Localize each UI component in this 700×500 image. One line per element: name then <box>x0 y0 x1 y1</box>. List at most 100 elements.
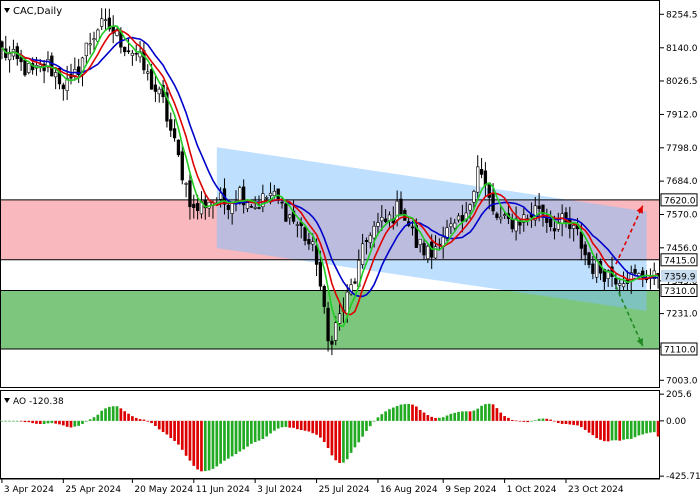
candle-body <box>460 215 465 222</box>
ao-bar <box>549 419 552 421</box>
candle-body <box>257 207 261 209</box>
ao-bar <box>438 417 441 421</box>
candle-body <box>491 192 495 212</box>
candle-body <box>318 261 323 287</box>
ao-bar <box>629 420 633 439</box>
time-tick-label: 25 Jul 2024 <box>319 485 370 495</box>
ao-bar <box>441 417 445 421</box>
ao-bar <box>507 417 510 421</box>
candle-body <box>334 322 338 341</box>
ao-bar <box>376 417 380 421</box>
ao-bar <box>652 420 656 433</box>
price-tick-label: 8140.0 <box>666 44 698 54</box>
candle-body <box>157 88 161 95</box>
ao-bar <box>391 407 395 421</box>
ao-bar <box>134 417 138 421</box>
candle-body <box>476 166 480 193</box>
ao-bar <box>23 420 27 423</box>
ao-bar <box>73 420 77 427</box>
level-label: 7359.9 <box>664 272 696 282</box>
candle-body <box>84 42 88 57</box>
candle-body <box>249 206 253 208</box>
ao-bar <box>207 420 211 471</box>
candle-body <box>537 205 541 209</box>
ao-bar <box>579 420 583 428</box>
ao-bar <box>296 420 299 430</box>
candle-body <box>192 203 196 208</box>
ao-bar <box>388 409 391 421</box>
ao-bar <box>200 420 203 472</box>
candle-body <box>311 241 315 245</box>
ao-bar <box>61 420 65 426</box>
ao-bar <box>556 420 560 424</box>
ao-bar <box>315 420 318 435</box>
ao-bar <box>138 419 142 421</box>
candle-body <box>502 214 507 216</box>
ao-bar <box>319 420 322 438</box>
ao-bar <box>361 420 364 437</box>
ao-bar <box>464 411 468 421</box>
candle-body <box>172 128 177 139</box>
candle-body <box>583 244 587 256</box>
candle-body <box>123 46 127 53</box>
ao-bar <box>334 420 338 461</box>
ao-bar <box>576 420 579 426</box>
candle-body <box>188 180 192 208</box>
ao-bar <box>518 420 522 422</box>
ao-bar <box>146 420 150 422</box>
candle-body <box>479 169 484 175</box>
ao-bar <box>184 420 188 456</box>
ao-bar <box>380 414 384 421</box>
ao-bar <box>154 420 157 426</box>
candle-body <box>176 139 181 156</box>
ao-bar <box>261 420 265 439</box>
ao-bar <box>92 417 96 421</box>
ao-bar <box>15 420 19 422</box>
ao-bar <box>568 420 572 425</box>
ao-bar <box>69 420 73 428</box>
ao-bar <box>142 419 146 421</box>
ao-title: AO -120.38 <box>13 397 64 407</box>
candle-body <box>27 63 31 73</box>
ao-bar <box>303 420 307 431</box>
ao-bar <box>453 412 457 421</box>
ao-bar <box>292 420 295 428</box>
ao-bar <box>123 411 127 421</box>
candle-body <box>621 283 626 288</box>
candle-body <box>61 84 65 90</box>
ao-bar <box>338 420 341 463</box>
candle-body <box>364 240 369 242</box>
candle-body <box>226 204 230 210</box>
ao-bar <box>299 420 303 431</box>
ao-bar <box>100 410 104 421</box>
ao-bar <box>399 404 403 421</box>
ao-bar <box>188 420 192 461</box>
candle-body <box>23 59 27 76</box>
ao-title-box: AO -120.38 <box>4 397 64 407</box>
ao-bar <box>484 404 487 421</box>
ao-bar <box>395 406 399 421</box>
ao-bar <box>42 420 46 425</box>
candle-body <box>284 203 288 222</box>
ao-bar <box>115 406 119 421</box>
ao-bar <box>403 404 407 421</box>
candle-body <box>499 216 503 220</box>
ao-bar <box>626 420 629 440</box>
candle-body <box>330 340 334 345</box>
candle-body <box>449 223 453 227</box>
candle-body <box>100 18 104 27</box>
ao-bar <box>357 420 361 443</box>
candle-body <box>468 204 472 211</box>
ao-bar <box>564 420 568 424</box>
ao-bar <box>19 420 23 422</box>
ao-bar <box>526 420 529 423</box>
ao-bar <box>633 420 637 438</box>
ao-bar <box>192 420 196 466</box>
ao-tick-label: 205.6 <box>666 390 692 400</box>
ao-bar <box>618 420 622 441</box>
candle-body <box>146 71 150 74</box>
candle-body <box>483 170 488 186</box>
candle-body <box>268 192 273 196</box>
ao-bar <box>330 420 334 456</box>
level-label: 7110.0 <box>664 345 696 355</box>
